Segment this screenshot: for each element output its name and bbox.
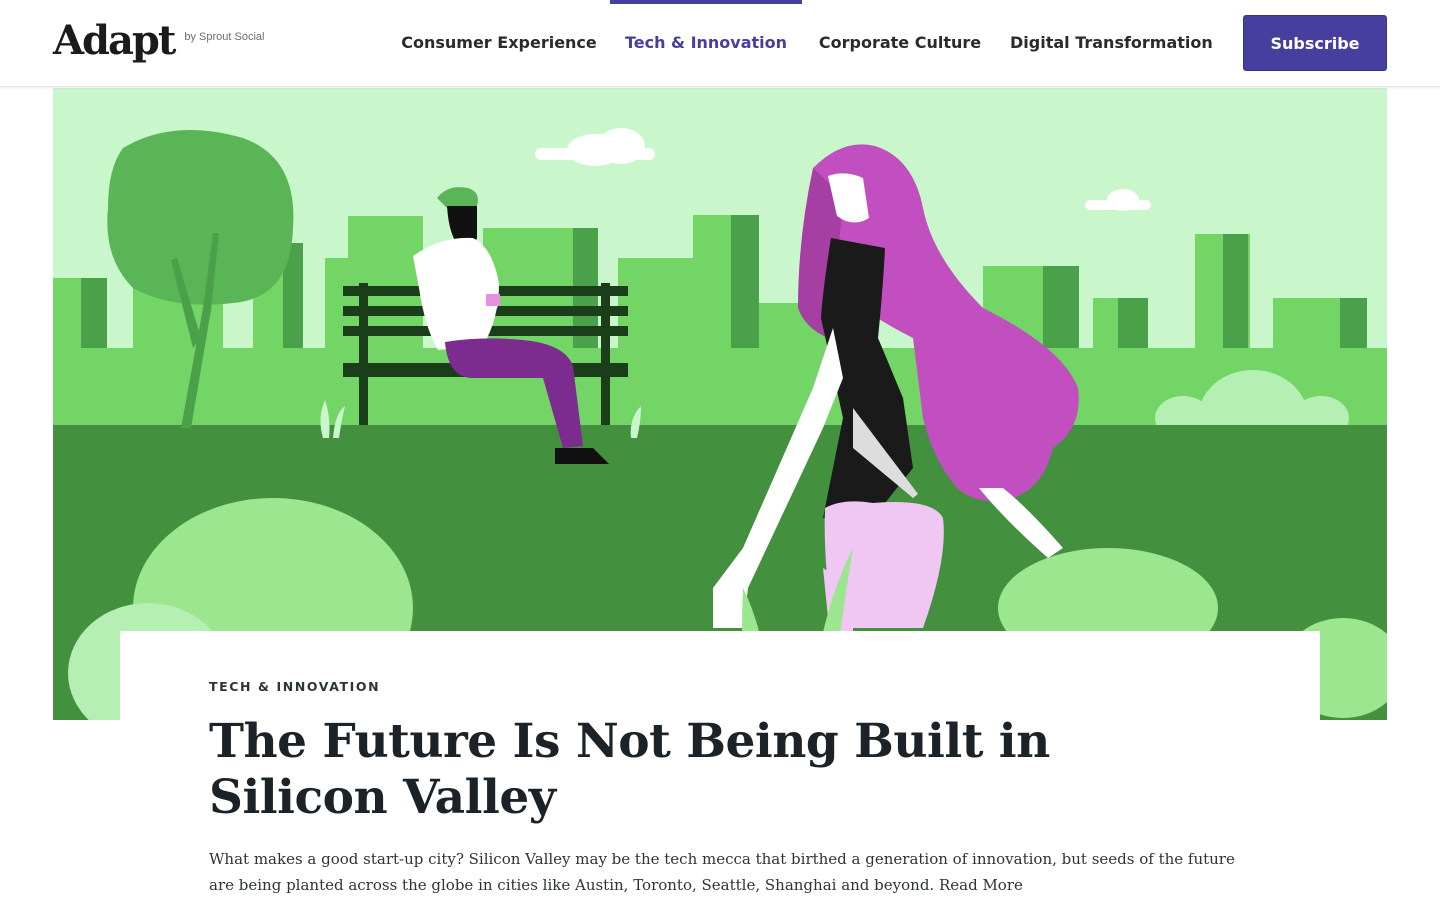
nav-item-digital-transformation[interactable]: Digital Transformation [1010, 0, 1213, 86]
nav-item-tech-innovation[interactable]: Tech & Innovation [610, 0, 802, 86]
logo-byline: by Sprout Social [184, 31, 265, 43]
logo-wordmark: Adapt [53, 17, 176, 64]
article-category[interactable]: TECH & INNOVATION [209, 679, 380, 694]
article-excerpt: What makes a good start-up city? Silicon… [209, 846, 1239, 898]
site-logo[interactable]: Adapt by Sprout Social [53, 16, 264, 66]
site-header: Adapt by Sprout Social Consumer Experien… [0, 0, 1440, 87]
nav-item-consumer-experience[interactable]: Consumer Experience [401, 0, 597, 86]
subscribe-button[interactable]: Subscribe [1243, 15, 1387, 71]
hero-illustration[interactable] [53, 88, 1387, 720]
article-title[interactable]: The Future Is Not Being Built in Silicon… [209, 714, 1189, 826]
article-excerpt-text: What makes a good start-up city? Silicon… [209, 850, 1235, 894]
nav-item-corporate-culture[interactable]: Corporate Culture [817, 0, 983, 86]
read-more-link[interactable]: Read More [939, 876, 1023, 894]
